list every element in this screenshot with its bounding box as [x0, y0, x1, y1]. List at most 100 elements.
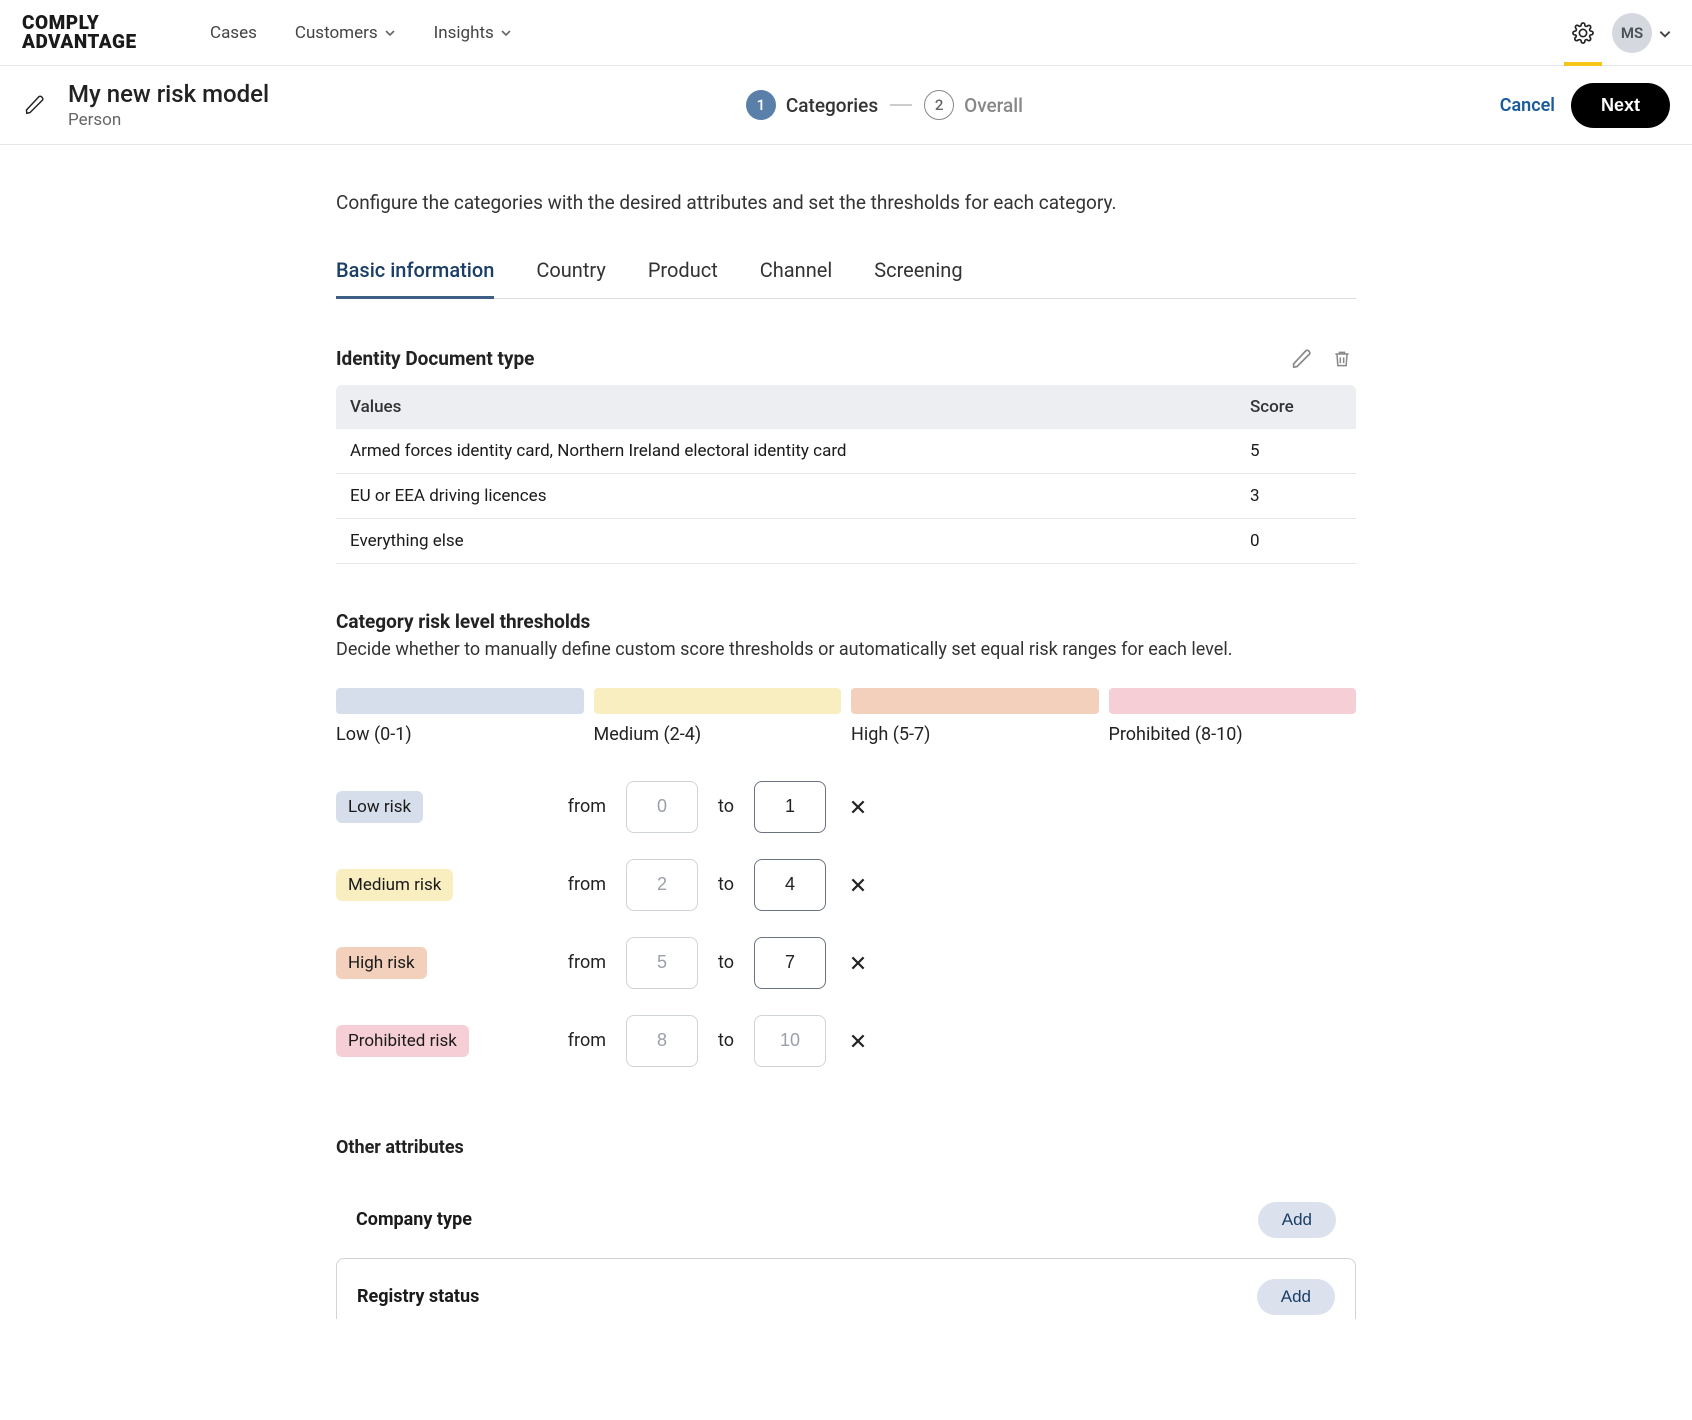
attr-name: Registry status [357, 1286, 479, 1307]
bar-high-label: High (5-7) [851, 724, 1099, 745]
remove-row-button[interactable] [846, 873, 870, 897]
table-row: Armed forces identity card, Northern Ire… [336, 429, 1356, 474]
chip-prohibited: Prohibited risk [336, 1025, 469, 1057]
attr-registry-status: Registry status Add [336, 1258, 1356, 1319]
tab-basic-information[interactable]: Basic information [336, 254, 494, 299]
table-row: Everything else 0 [336, 518, 1356, 563]
from-input[interactable] [626, 937, 698, 989]
brand-line2: ADVANTAGE [22, 33, 182, 51]
label-from: from [536, 952, 606, 973]
bar-low-label: Low (0-1) [336, 724, 584, 745]
user-avatar: MS [1612, 13, 1652, 53]
nav-cases-label: Cases [210, 23, 257, 43]
chip-medium: Medium risk [336, 869, 453, 901]
add-company-type-button[interactable]: Add [1258, 1202, 1336, 1238]
settings-active-indicator [1564, 62, 1602, 66]
identity-title: Identity Document type [336, 347, 1276, 370]
identity-section: Identity Document type Values Score Arme… [336, 345, 1356, 564]
intro-text: Configure the categories with the desire… [336, 191, 1356, 214]
remove-row-button[interactable] [846, 951, 870, 975]
to-input[interactable] [754, 781, 826, 833]
nav-insights-label: Insights [434, 23, 494, 43]
edit-attribute-button[interactable] [1288, 345, 1316, 373]
remove-row-button[interactable] [846, 1029, 870, 1053]
to-input[interactable] [754, 1015, 826, 1067]
tab-channel[interactable]: Channel [760, 254, 832, 298]
bar-medium-label: Medium (2-4) [594, 724, 842, 745]
delete-attribute-button[interactable] [1328, 345, 1356, 373]
chevron-down-icon [500, 27, 512, 39]
attr-company-type: Company type Add [336, 1186, 1356, 1254]
threshold-row-high: High risk from to [336, 937, 1356, 989]
main-nav: Cases Customers Insights [210, 23, 1544, 43]
step-number: 1 [746, 90, 776, 120]
cell-score: 0 [1236, 518, 1356, 563]
step-categories[interactable]: 1 Categories [746, 90, 878, 120]
content: Configure the categories with the desire… [166, 145, 1526, 1379]
chevron-down-icon [1658, 27, 1670, 39]
thresholds-section: Category risk level thresholds Decide wh… [336, 610, 1356, 1067]
to-input[interactable] [754, 859, 826, 911]
bar-low: Low (0-1) [336, 688, 584, 745]
step-separator [890, 104, 912, 106]
add-registry-status-button[interactable]: Add [1257, 1279, 1335, 1315]
cell-value: Everything else [336, 518, 1236, 563]
col-score: Score [1236, 385, 1356, 429]
attr-name: Company type [356, 1209, 472, 1230]
label-to: to [718, 796, 734, 817]
topbar-right: MS [1572, 13, 1670, 53]
table-row: EU or EEA driving licences 3 [336, 473, 1356, 518]
tab-country[interactable]: Country [536, 254, 605, 298]
page-header: My new risk model Person 1 Categories 2 … [0, 66, 1692, 145]
thresholds-desc: Decide whether to manually define custom… [336, 639, 1356, 660]
threshold-row-medium: Medium risk from to [336, 859, 1356, 911]
other-attributes: Other attributes Company type Add Regist… [336, 1137, 1356, 1319]
bar-low-fill [336, 688, 584, 714]
cell-value: Armed forces identity card, Northern Ire… [336, 429, 1236, 474]
identity-table: Values Score Armed forces identity card,… [336, 385, 1356, 564]
from-input[interactable] [626, 781, 698, 833]
col-values: Values [336, 385, 1236, 429]
bar-high: High (5-7) [851, 688, 1099, 745]
label-to: to [718, 952, 734, 973]
remove-row-button[interactable] [846, 795, 870, 819]
from-input[interactable] [626, 859, 698, 911]
threshold-bars: Low (0-1) Medium (2-4) High (5-7) Prohib… [336, 688, 1356, 745]
label-to: to [718, 874, 734, 895]
page-title-block: My new risk model Person [68, 80, 269, 130]
from-input[interactable] [626, 1015, 698, 1067]
nav-insights[interactable]: Insights [434, 23, 512, 43]
cell-score: 3 [1236, 473, 1356, 518]
chip-high: High risk [336, 947, 427, 979]
edit-title-button[interactable] [22, 92, 48, 118]
topbar: COMPLY ADVANTAGE Cases Customers Insight… [0, 0, 1692, 66]
step-label: Overall [964, 94, 1023, 117]
label-from: from [536, 1030, 606, 1051]
nav-cases[interactable]: Cases [210, 23, 257, 43]
category-tabs: Basic information Country Product Channe… [336, 254, 1356, 299]
tab-product[interactable]: Product [648, 254, 718, 298]
user-menu[interactable]: MS [1612, 13, 1670, 53]
threshold-rows: Low risk from to Medium risk from to Hig… [336, 781, 1356, 1067]
nav-customers[interactable]: Customers [295, 23, 396, 43]
step-overall[interactable]: 2 Overall [924, 90, 1023, 120]
threshold-row-low: Low risk from to [336, 781, 1356, 833]
next-button[interactable]: Next [1571, 83, 1670, 128]
bar-high-fill [851, 688, 1099, 714]
step-label: Categories [786, 94, 878, 117]
tab-screening[interactable]: Screening [874, 254, 962, 298]
label-to: to [718, 1030, 734, 1051]
bar-medium: Medium (2-4) [594, 688, 842, 745]
identity-header: Identity Document type [336, 345, 1356, 385]
brand-logo: COMPLY ADVANTAGE [22, 14, 182, 50]
bar-prohibited-label: Prohibited (8-10) [1109, 724, 1357, 745]
cancel-button[interactable]: Cancel [1500, 95, 1555, 116]
page-title: My new risk model [68, 80, 269, 108]
to-input[interactable] [754, 937, 826, 989]
bar-prohibited-fill [1109, 688, 1357, 714]
cell-value: EU or EEA driving licences [336, 473, 1236, 518]
stepper: 1 Categories 2 Overall [289, 90, 1480, 120]
settings-button[interactable] [1572, 22, 1594, 44]
nav-customers-label: Customers [295, 23, 378, 43]
bar-medium-fill [594, 688, 842, 714]
